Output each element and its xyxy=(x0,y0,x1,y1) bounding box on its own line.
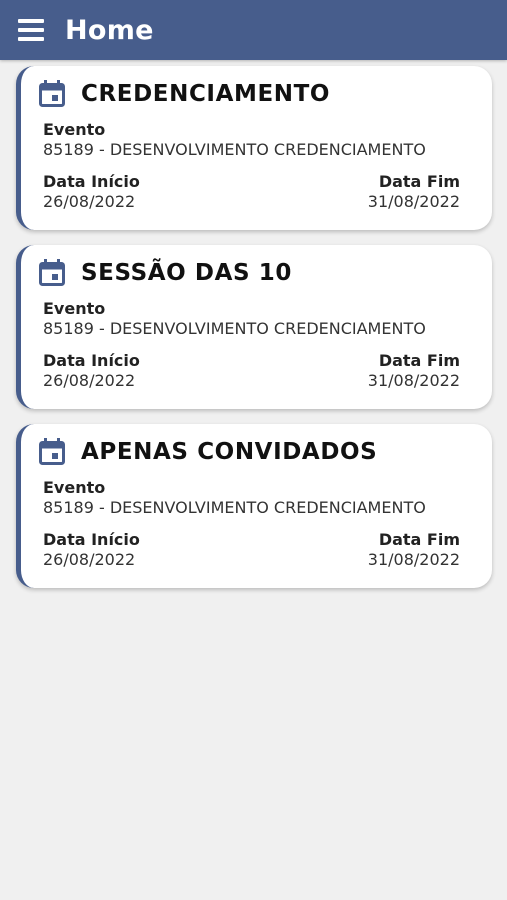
calendar-icon xyxy=(39,438,65,465)
data-inicio-value: 26/08/2022 xyxy=(43,192,136,211)
calendar-icon xyxy=(39,259,65,286)
event-card-list: CREDENCIAMENTO Evento 85189 - DESENVOLVI… xyxy=(0,66,507,603)
app-header: Home xyxy=(0,0,507,60)
data-fim-label: Data Fim xyxy=(378,530,460,549)
data-inicio-label: Data Início xyxy=(43,172,140,191)
menu-icon[interactable] xyxy=(18,19,44,41)
card-title: SESSÃO DAS 10 xyxy=(81,260,293,286)
data-inicio-label: Data Início xyxy=(43,530,140,549)
evento-value: 85189 - DESENVOLVIMENTO CREDENCIAMENTO xyxy=(43,319,426,338)
card-header: CREDENCIAMENTO xyxy=(39,80,330,108)
data-fim-value: 31/08/2022 xyxy=(367,550,460,569)
data-fim-value: 31/08/2022 xyxy=(367,371,460,390)
card-header: SESSÃO DAS 10 xyxy=(39,259,292,287)
evento-value: 85189 - DESENVOLVIMENTO CREDENCIAMENTO xyxy=(43,140,426,159)
data-inicio-value: 26/08/2022 xyxy=(43,550,136,569)
card-title: CREDENCIAMENTO xyxy=(81,81,331,107)
page-title: Home xyxy=(65,14,154,46)
data-fim-label: Data Fim xyxy=(378,172,460,191)
card-title: APENAS CONVIDADOS xyxy=(81,439,378,465)
card-header: APENAS CONVIDADOS xyxy=(39,438,377,466)
evento-label: Evento xyxy=(43,120,106,139)
evento-value: 85189 - DESENVOLVIMENTO CREDENCIAMENTO xyxy=(43,498,426,517)
data-fim-label: Data Fim xyxy=(378,351,460,370)
event-card[interactable]: CREDENCIAMENTO Evento 85189 - DESENVOLVI… xyxy=(16,66,492,230)
calendar-icon xyxy=(39,80,65,107)
evento-label: Evento xyxy=(43,478,106,497)
evento-label: Evento xyxy=(43,299,106,318)
data-fim-value: 31/08/2022 xyxy=(367,192,460,211)
data-inicio-value: 26/08/2022 xyxy=(43,371,136,390)
event-card[interactable]: APENAS CONVIDADOS Evento 85189 - DESENVO… xyxy=(16,424,492,588)
data-inicio-label: Data Início xyxy=(43,351,140,370)
event-card[interactable]: SESSÃO DAS 10 Evento 85189 - DESENVOLVIM… xyxy=(16,245,492,409)
